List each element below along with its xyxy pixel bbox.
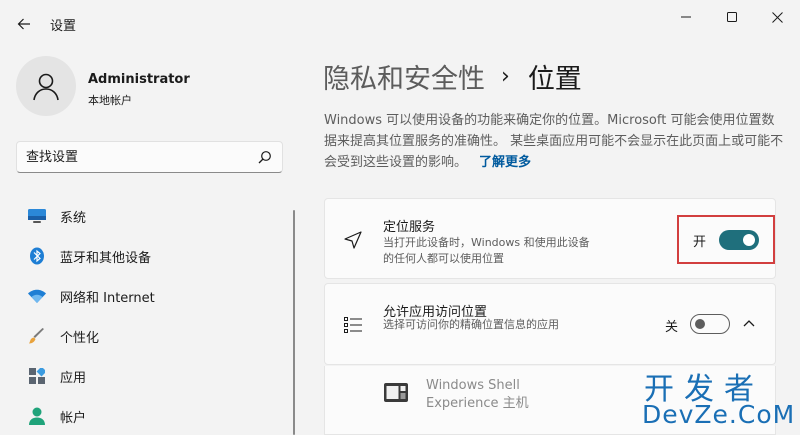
location-toggle-label: 开 xyxy=(693,235,707,250)
maximize-button[interactable] xyxy=(717,6,747,28)
list-icon xyxy=(343,315,363,335)
app-name: Windows Shell Experience 主机 xyxy=(426,378,529,411)
minimize-button[interactable] xyxy=(671,6,701,28)
sidebar-item-apps[interactable]: 应用 xyxy=(16,356,286,396)
site-watermark: 开发者 DevZe.CoM xyxy=(640,364,800,435)
account-type: 本地帐户 xyxy=(88,94,132,107)
location-service-desc: 当打开此设备时，Windows 和使用此设备的任何人都可以使用位置 xyxy=(383,236,590,265)
user-profile[interactable]: Administrator 本地帐户 xyxy=(16,56,286,120)
breadcrumb: 隐私和安全性 › 位置 xyxy=(323,56,582,96)
maximize-icon xyxy=(727,12,737,22)
sidebar-nav: 系统 蓝牙和其他设备 网络和 Internet 个性化 应用 帐户 xyxy=(16,196,286,435)
app-title: 设置 xyxy=(50,19,77,34)
back-button[interactable] xyxy=(12,12,36,36)
sidebar-item-label: 蓝牙和其他设备 xyxy=(60,251,152,266)
person-avatar-icon xyxy=(33,73,59,101)
user-name: Administrator xyxy=(88,72,190,87)
sidebar-item-network[interactable]: 网络和 Internet xyxy=(16,276,286,316)
location-arrow-icon xyxy=(343,230,363,250)
app-access-toggle[interactable] xyxy=(690,314,730,334)
sidebar-item-system[interactable]: 系统 xyxy=(16,196,286,236)
sidebar-item-label: 应用 xyxy=(60,371,87,386)
sidebar-item-personalization[interactable]: 个性化 xyxy=(16,316,286,356)
brush-icon xyxy=(28,327,46,345)
avatar xyxy=(16,56,76,116)
search-icon[interactable] xyxy=(258,150,272,164)
toggle-knob xyxy=(743,234,755,246)
close-icon xyxy=(771,11,783,23)
description-text: Windows 可以使用设备的功能来确定你的位置。Microsoft 可能会使用… xyxy=(324,113,784,170)
title-bar: 设置 xyxy=(0,0,800,46)
back-arrow-icon xyxy=(17,18,30,30)
location-service-title: 定位服务 xyxy=(383,220,436,235)
apps-icon xyxy=(28,367,46,385)
chevron-up-icon[interactable] xyxy=(741,315,757,331)
bluetooth-icon xyxy=(28,247,46,265)
page-description: Windows 可以使用设备的功能来确定你的位置。Microsoft 可能会使用… xyxy=(324,110,784,173)
sidebar-item-accounts[interactable]: 帐户 xyxy=(16,396,286,435)
app-access-toggle-label: 关 xyxy=(665,320,679,335)
person-icon xyxy=(28,407,46,425)
sidebar-scrollbar[interactable] xyxy=(293,210,295,435)
sidebar-item-label: 网络和 Internet xyxy=(60,291,155,306)
breadcrumb-separator: › xyxy=(501,63,510,89)
breadcrumb-parent[interactable]: 隐私和安全性 xyxy=(323,57,485,96)
sidebar-item-label: 系统 xyxy=(60,211,87,226)
sidebar-item-bluetooth[interactable]: 蓝牙和其他设备 xyxy=(16,236,286,276)
sidebar-item-label: 个性化 xyxy=(60,331,100,346)
search-input[interactable] xyxy=(26,148,251,166)
app-access-desc: 选择可访问你的精确位置信息的应用 xyxy=(383,318,559,331)
search-box[interactable] xyxy=(16,141,283,173)
learn-more-link[interactable]: 了解更多 xyxy=(479,155,531,170)
wifi-icon xyxy=(28,287,46,305)
monitor-icon xyxy=(28,207,46,225)
watermark-line2: DevZe.CoM xyxy=(642,400,796,429)
sidebar-item-label: 帐户 xyxy=(60,411,87,426)
location-service-toggle[interactable] xyxy=(719,230,759,250)
page-title: 位置 xyxy=(527,63,582,95)
shell-app-icon xyxy=(383,380,409,406)
close-button[interactable] xyxy=(762,6,792,28)
toggle-knob xyxy=(695,319,705,329)
minimize-icon xyxy=(681,16,691,18)
